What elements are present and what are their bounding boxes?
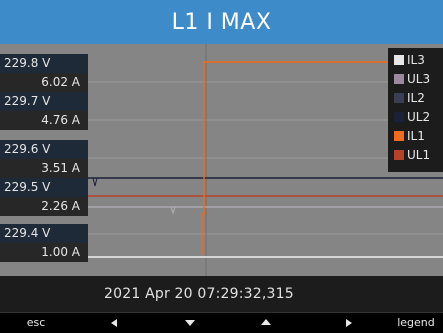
page-title: L1 I MAX — [171, 9, 272, 35]
legend-swatch — [394, 54, 404, 65]
legend-item-ul1: UL1 — [388, 145, 443, 164]
legend-label: UL3 — [407, 71, 431, 86]
y-label-voltage: 229.7 V — [0, 92, 88, 111]
legend-item-ul2: UL2 — [388, 107, 443, 126]
y-label-current: 3.51 A — [0, 159, 88, 178]
y-label-current: 6.02 A — [0, 73, 88, 92]
right-arrow-icon — [346, 319, 352, 327]
y-label-current: 2.26 A — [0, 197, 88, 216]
legend-item-ul3: UL3 — [388, 69, 443, 88]
esc-button[interactable]: esc — [16, 313, 56, 333]
cursor-timestamp: 2021 Apr 20 07:29:32,315 — [104, 286, 294, 302]
legend-swatch — [394, 111, 404, 122]
legend-label: IL1 — [407, 128, 425, 143]
down-arrow-icon — [185, 320, 195, 326]
y-label-voltage: 229.8 V — [0, 54, 88, 73]
y-label-voltage: 229.4 V — [0, 224, 88, 243]
trace-ul3-dip — [170, 206, 176, 215]
legend-swatch — [394, 149, 404, 160]
left-arrow-icon — [111, 319, 117, 327]
legend-item-il1: IL1 — [388, 126, 443, 145]
legend-label: UL2 — [407, 109, 431, 124]
legend-panel: IL3 UL3 IL2 UL2 IL1 UL1 — [388, 48, 443, 172]
legend-item-il2: IL2 — [388, 88, 443, 107]
left-button[interactable] — [100, 313, 130, 333]
legend-button[interactable]: legend — [392, 313, 440, 333]
legend-swatch — [394, 130, 404, 141]
y-label-current: 4.76 A — [0, 111, 88, 130]
plot-area: 229.8 V 6.02 A 229.7 V 4.76 A 229.6 V 3.… — [0, 44, 443, 276]
timestamp-bar: 2021 Apr 20 07:29:32,315 — [0, 276, 443, 312]
down-button[interactable] — [175, 313, 205, 333]
y-label-voltage: 229.6 V — [0, 140, 88, 159]
legend-label: IL2 — [407, 90, 425, 105]
y-axis-labels: 229.8 V 6.02 A 229.7 V 4.76 A 229.6 V 3.… — [0, 44, 88, 276]
right-button[interactable] — [333, 313, 363, 333]
trace-ul2-dip — [92, 177, 98, 187]
legend-item-il3: IL3 — [388, 50, 443, 69]
softkey-bar: esc legend — [0, 312, 443, 333]
y-label-current: 1.00 A — [0, 243, 88, 262]
up-arrow-icon — [261, 319, 271, 325]
up-button[interactable] — [251, 313, 281, 333]
legend-label: legend — [397, 316, 435, 329]
legend-swatch — [394, 73, 404, 84]
legend-swatch — [394, 92, 404, 103]
esc-label: esc — [26, 316, 46, 329]
y-label-voltage: 229.5 V — [0, 178, 88, 197]
legend-label: UL1 — [407, 147, 431, 162]
title-bar: L1 I MAX — [0, 0, 443, 44]
legend-label: IL3 — [407, 52, 425, 67]
